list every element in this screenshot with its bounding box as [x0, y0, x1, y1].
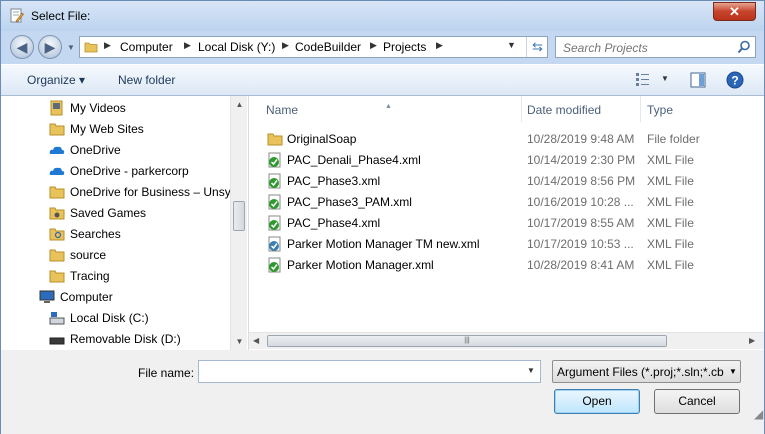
- xml-file-icon: [268, 236, 281, 252]
- file-row[interactable]: PAC_Phase3_PAM.xml 10/16/2019 10:28 ... …: [264, 191, 754, 212]
- file-row[interactable]: Parker Motion Manager.xml 10/28/2019 8:4…: [264, 254, 754, 275]
- document-pencil-icon: [10, 8, 24, 23]
- breadcrumb-separator-icon[interactable]: ▶: [436, 40, 443, 51]
- change-view-icon[interactable]: [635, 71, 651, 87]
- file-name-input[interactable]: [202, 364, 516, 381]
- forward-button[interactable]: ▶: [38, 35, 62, 59]
- file-list-horizontal-scrollbar[interactable]: ◀ ||| ▶: [249, 332, 764, 349]
- file-name-label: File name:: [138, 366, 195, 380]
- preview-pane-icon[interactable]: [690, 72, 706, 88]
- file-type-filter-dropdown[interactable]: Argument Files (*.proj;*.sln;*.cb ▼: [552, 360, 741, 383]
- dialog-footer: File name: ▼ Argument Files (*.proj;*.sl…: [1, 350, 764, 434]
- refresh-icon[interactable]: ⇆: [526, 37, 548, 57]
- back-arrow-icon: ◀: [16, 39, 28, 55]
- scrollbar-thumb[interactable]: |||: [267, 335, 667, 347]
- window-title: Select File:: [31, 9, 91, 23]
- open-button[interactable]: Open: [554, 389, 640, 414]
- view-options-dropdown-icon[interactable]: ▼: [661, 74, 669, 83]
- folder-icon: [49, 123, 65, 136]
- breadcrumb-separator-icon[interactable]: ▶: [184, 40, 191, 51]
- searches-icon: [49, 228, 65, 241]
- scroll-right-icon[interactable]: ▶: [749, 336, 755, 345]
- forward-arrow-icon: ▶: [44, 39, 56, 55]
- browser-panes: My Videos My Web Sites OneDrive OneDrive…: [1, 96, 764, 350]
- saved-games-icon: [49, 207, 65, 220]
- file-name-combobox[interactable]: ▼: [198, 360, 541, 383]
- folder-icon: [49, 270, 65, 283]
- xml-file-icon: [268, 173, 281, 189]
- breadcrumb-codebuilder[interactable]: CodeBuilder: [295, 40, 361, 54]
- scroll-down-icon[interactable]: ▼: [231, 333, 248, 350]
- breadcrumb-separator-icon[interactable]: ▶: [370, 40, 377, 51]
- close-button[interactable]: ✕: [713, 2, 756, 21]
- search-input[interactable]: [561, 39, 735, 57]
- breadcrumb-projects[interactable]: Projects: [383, 40, 426, 54]
- xml-file-icon: [268, 257, 281, 273]
- new-folder-button[interactable]: New folder: [118, 73, 175, 87]
- xml-file-icon: [268, 194, 281, 210]
- nav-pane-scrollbar[interactable]: ▲ ▼: [230, 96, 247, 350]
- sort-ascending-icon: ▲: [385, 103, 392, 110]
- removable-disk-icon: [49, 337, 65, 345]
- breadcrumb-local-disk[interactable]: Local Disk (Y:): [198, 40, 275, 54]
- breadcrumb-separator-icon[interactable]: ▶: [104, 40, 111, 51]
- chevron-down-icon: ▼: [729, 367, 737, 376]
- file-row[interactable]: PAC_Phase4.xml 10/17/2019 8:55 AM XML Fi…: [264, 212, 754, 233]
- scroll-left-icon[interactable]: ◀: [253, 336, 259, 345]
- library-video-icon: [50, 100, 63, 116]
- folder-icon: [49, 186, 65, 199]
- column-header-name[interactable]: ▲ Name: [249, 96, 521, 122]
- recent-locations-dropdown-icon[interactable]: ▼: [67, 43, 75, 52]
- scrollbar-thumb[interactable]: [233, 201, 245, 231]
- file-row[interactable]: PAC_Phase3.xml 10/14/2019 8:56 PM XML Fi…: [264, 170, 754, 191]
- address-dropdown-icon[interactable]: ▼: [507, 40, 516, 50]
- cancel-button[interactable]: Cancel: [654, 389, 740, 414]
- computer-icon: [39, 290, 55, 303]
- title-bar: Select File: ✕: [1, 1, 764, 31]
- file-list-pane: ▲ Name Date modified Type OriginalSoap 1…: [249, 96, 764, 350]
- xml-file-icon: [268, 152, 281, 168]
- navigation-bar: ◀ ▶ ▼ ▶ Computer ▶ Local Disk (Y:) ▶ Cod…: [1, 31, 764, 63]
- select-file-dialog: Select File: ✕ ◀ ▶ ▼ ▶ Computer ▶ Local …: [0, 0, 765, 434]
- search-box[interactable]: [555, 36, 756, 58]
- back-button[interactable]: ◀: [10, 35, 34, 59]
- onedrive-cloud-icon: [49, 146, 65, 154]
- file-row[interactable]: OriginalSoap 10/28/2019 9:48 AM File fol…: [264, 128, 754, 149]
- organize-button[interactable]: Organize ▾: [27, 73, 85, 87]
- column-header-date-modified[interactable]: Date modified: [522, 96, 640, 122]
- navigation-pane: My Videos My Web Sites OneDrive OneDrive…: [1, 96, 249, 350]
- breadcrumb-separator-icon[interactable]: ▶: [282, 40, 289, 51]
- local-disk-icon: [49, 312, 65, 325]
- column-header-type[interactable]: Type: [641, 96, 764, 122]
- xml-file-icon: [268, 215, 281, 231]
- search-icon[interactable]: [737, 40, 751, 54]
- folder-icon: [49, 249, 65, 262]
- resize-grip-icon[interactable]: ◢: [754, 407, 763, 421]
- help-icon[interactable]: ?: [726, 71, 744, 89]
- breadcrumb-computer[interactable]: Computer: [120, 40, 173, 54]
- command-toolbar: Organize ▾ New folder ▼ ?: [1, 64, 764, 96]
- folder-icon: [267, 133, 283, 146]
- folder-icon: [84, 42, 98, 53]
- svg-text:?: ?: [731, 74, 738, 88]
- address-bar[interactable]: ▶ Computer ▶ Local Disk (Y:) ▶ CodeBuild…: [79, 36, 548, 58]
- scroll-up-icon[interactable]: ▲: [231, 96, 248, 113]
- file-row[interactable]: PAC_Denali_Phase4.xml 10/14/2019 2:30 PM…: [264, 149, 754, 170]
- file-row[interactable]: Parker Motion Manager TM new.xml 10/17/2…: [264, 233, 754, 254]
- onedrive-cloud-icon: [49, 167, 65, 175]
- file-name-dropdown-icon[interactable]: ▼: [527, 366, 535, 375]
